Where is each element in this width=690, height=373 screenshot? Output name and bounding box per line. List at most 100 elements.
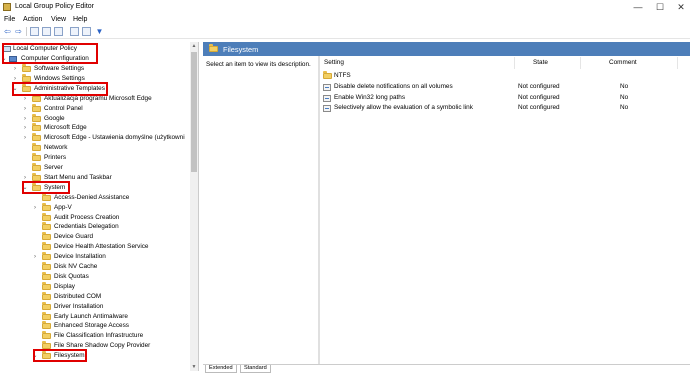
list-item-setting[interactable]: Selectively allow the evaluation of a sy… <box>321 103 686 113</box>
folder-icon <box>42 252 51 261</box>
tree-item-label: Microsoft Edge <box>44 124 87 132</box>
title-bar: Local Group Policy Editor — ☐ ✕ <box>0 0 690 14</box>
tree-item[interactable]: › Control Panel <box>0 103 190 114</box>
folder-icon <box>42 262 51 270</box>
tree-item[interactable]: Disk Quotas <box>0 271 190 282</box>
setting-comment: No <box>620 83 629 90</box>
folder-icon <box>42 242 51 251</box>
export-list-icon[interactable] <box>82 27 91 36</box>
chevron-right-icon[interactable]: › <box>22 104 28 114</box>
tree-item-label: Printers <box>44 154 67 162</box>
folder-icon <box>42 281 51 290</box>
tree-item[interactable]: Early Launch Antimalware <box>0 311 190 322</box>
tree-item[interactable]: Enhanced Storage Access <box>0 321 190 331</box>
minimize-button[interactable]: — <box>631 2 645 12</box>
tree-item[interactable]: Credentials Delegation <box>0 222 190 232</box>
filter-icon[interactable]: ▼ <box>95 27 104 36</box>
folder-icon <box>42 311 51 320</box>
folder-icon <box>42 202 51 211</box>
tree-item-label: Disk NV Cache <box>54 263 98 270</box>
tab-standard[interactable]: Standard <box>240 365 271 373</box>
list-item-setting[interactable]: Enable Win32 long paths Not configured N… <box>321 93 686 103</box>
list-item-ntfs[interactable]: NTFS <box>321 71 686 81</box>
tree-item-label: File Classification Infrastructure <box>54 332 144 340</box>
setting-name: Selectively allow the evaluation of a sy… <box>334 104 473 111</box>
column-header-comment[interactable]: Comment <box>609 59 637 66</box>
column-header-setting[interactable]: Setting <box>324 59 344 66</box>
help-icon[interactable] <box>70 27 79 36</box>
chevron-right-icon[interactable]: › <box>22 123 28 133</box>
tree-item[interactable]: › Google <box>0 113 190 124</box>
setting-state: Not configured <box>518 104 560 111</box>
tree-item[interactable]: File Classification Infrastructure <box>0 331 190 341</box>
tree-item[interactable]: Access-Denied Assistance <box>0 192 190 203</box>
tree-item[interactable]: ⌄ Filesystem <box>0 351 190 361</box>
column-separator[interactable] <box>514 57 515 69</box>
tree-item-label: Access-Denied Assistance <box>54 193 130 201</box>
chevron-right-icon[interactable]: › <box>32 203 38 213</box>
scroll-up-icon[interactable]: ▲ <box>190 42 198 50</box>
tree-item-label: Distributed COM <box>54 292 102 300</box>
toolbar: ⇦ ⇨ ▼ <box>0 25 690 39</box>
tree-item[interactable]: › Software Settings <box>0 64 190 74</box>
menu-action[interactable]: Action <box>23 16 42 23</box>
tree-item[interactable]: Network <box>0 143 190 153</box>
tree-item-label: Device Installation <box>54 253 106 261</box>
tree-item[interactable]: Distributed COM <box>0 291 190 302</box>
tree-item[interactable]: Disk NV Cache <box>0 262 190 272</box>
chevron-right-icon[interactable]: › <box>22 114 28 124</box>
folder-icon <box>22 73 31 82</box>
folder-icon <box>42 301 51 310</box>
tree-item[interactable]: Device Health Attestation Service <box>0 242 190 252</box>
menu-view[interactable]: View <box>51 16 66 23</box>
properties-icon[interactable] <box>54 27 63 36</box>
folder-icon <box>32 113 41 122</box>
tree-item[interactable]: File Share Shadow Copy Provider <box>0 341 190 351</box>
tree-item[interactable]: › Device Installation <box>0 252 190 262</box>
tab-extended[interactable]: Extended <box>205 365 237 373</box>
highlight-box-system <box>22 181 70 194</box>
back-arrow-icon[interactable]: ⇦ <box>3 27 12 36</box>
list-item-setting[interactable]: Disable delete notifications on all volu… <box>321 82 686 92</box>
folder-icon <box>42 331 51 340</box>
show-hide-tree-icon[interactable] <box>42 27 51 36</box>
maximize-button[interactable]: ☐ <box>653 2 667 12</box>
tree-item[interactable]: › App-V <box>0 202 190 213</box>
tree-item[interactable]: Audit Process Creation <box>0 212 190 223</box>
folder-icon <box>32 153 41 162</box>
tree-item[interactable]: Printers <box>0 153 190 163</box>
scroll-down-icon[interactable]: ▼ <box>190 363 198 371</box>
menu-help[interactable]: Help <box>73 16 87 23</box>
setting-comment: No <box>620 94 629 101</box>
toolbar-separator <box>26 27 27 36</box>
folder-icon <box>42 212 51 221</box>
chevron-right-icon[interactable]: › <box>22 133 28 143</box>
tree-scrollbar[interactable]: ▲ ▼ <box>190 42 198 371</box>
menu-bar: File Action View Help <box>0 14 690 25</box>
policy-setting-icon <box>323 95 331 102</box>
chevron-right-icon[interactable]: › <box>32 252 38 262</box>
column-header-state[interactable]: State <box>533 59 548 66</box>
tree-item[interactable]: › Microsoft Edge - Ustawienia domyślne (u… <box>0 133 190 143</box>
menu-file[interactable]: File <box>4 16 15 23</box>
folder-icon <box>42 192 51 201</box>
tree-item[interactable]: › Microsoft Edge <box>0 123 190 133</box>
scrollbar-thumb[interactable] <box>191 52 197 172</box>
column-separator[interactable] <box>580 57 581 69</box>
tree-item[interactable]: Device Guard <box>0 232 190 242</box>
column-separator[interactable] <box>677 57 678 69</box>
forward-arrow-icon[interactable]: ⇨ <box>14 27 23 36</box>
chevron-right-icon[interactable]: › <box>12 64 18 74</box>
tree-item[interactable]: Server <box>0 163 190 173</box>
folder-icon <box>32 103 41 112</box>
up-folder-icon[interactable] <box>30 27 39 36</box>
setting-name: Enable Win32 long paths <box>334 94 406 101</box>
details-header-title: Filesystem <box>223 45 259 54</box>
tree-item-label: Early Launch Antimalware <box>54 312 128 320</box>
folder-icon <box>32 123 41 132</box>
pane-divider[interactable] <box>318 56 320 364</box>
close-button[interactable]: ✕ <box>674 2 688 12</box>
setting-state: Not configured <box>518 83 560 90</box>
tree-item[interactable]: Display <box>0 281 190 292</box>
tree-item[interactable]: Driver Installation <box>0 301 190 312</box>
